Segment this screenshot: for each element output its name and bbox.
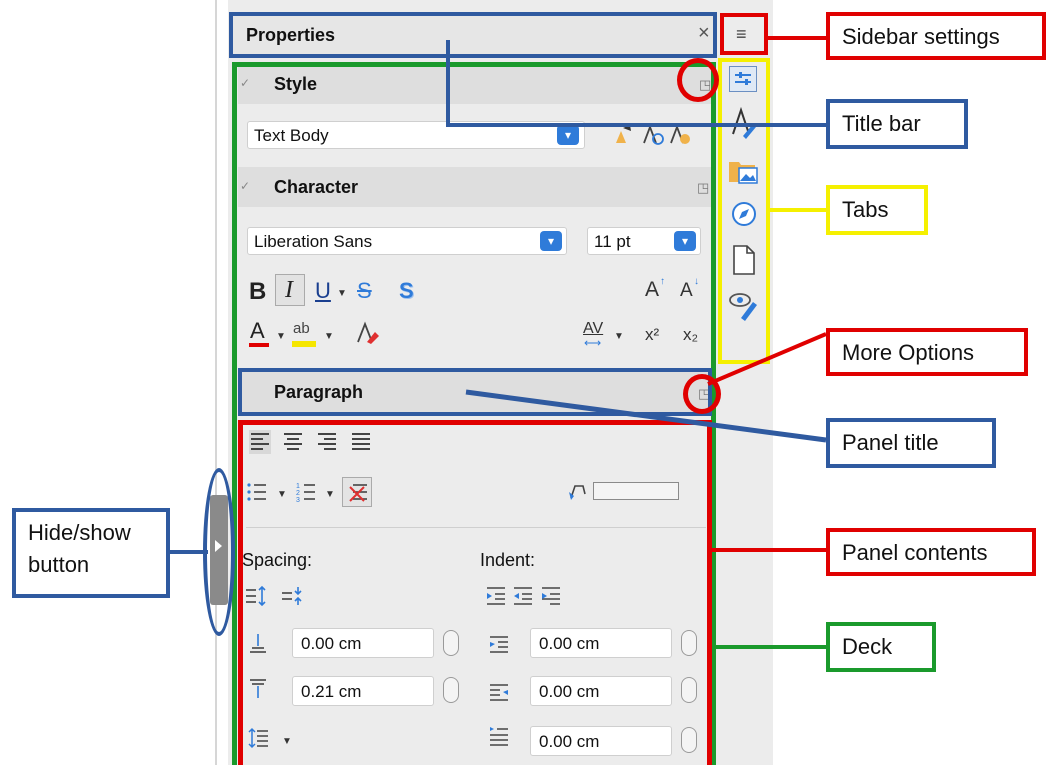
connector-panel-title (465, 389, 827, 443)
callout-sidebar-settings: Sidebar settings (826, 12, 1046, 60)
callout-panel-title: Panel title (826, 418, 996, 468)
callout-more-options-text: More Options (842, 340, 975, 365)
callout-deck-text: Deck (842, 634, 893, 659)
connector-more-options (707, 332, 827, 386)
callout-panel-title-text: Panel title (842, 430, 939, 455)
callout-title-bar: Title bar (826, 99, 968, 149)
callout-hide-show-line1: Hide/show (28, 520, 131, 545)
callout-hide-show: Hide/show button (12, 508, 170, 598)
callout-deck: Deck (826, 622, 936, 672)
callout-tabs: Tabs (826, 185, 928, 235)
callout-sidebar-settings-text: Sidebar settings (842, 24, 1000, 49)
callout-panel-contents-text: Panel contents (842, 540, 988, 565)
callout-hide-show-line2: button (28, 552, 90, 577)
callout-title-bar-text: Title bar (842, 111, 921, 136)
callout-more-options: More Options (826, 328, 1028, 376)
callout-tabs-text: Tabs (842, 197, 889, 222)
callout-panel-contents: Panel contents (826, 528, 1036, 576)
connector-title-bar (446, 40, 826, 127)
